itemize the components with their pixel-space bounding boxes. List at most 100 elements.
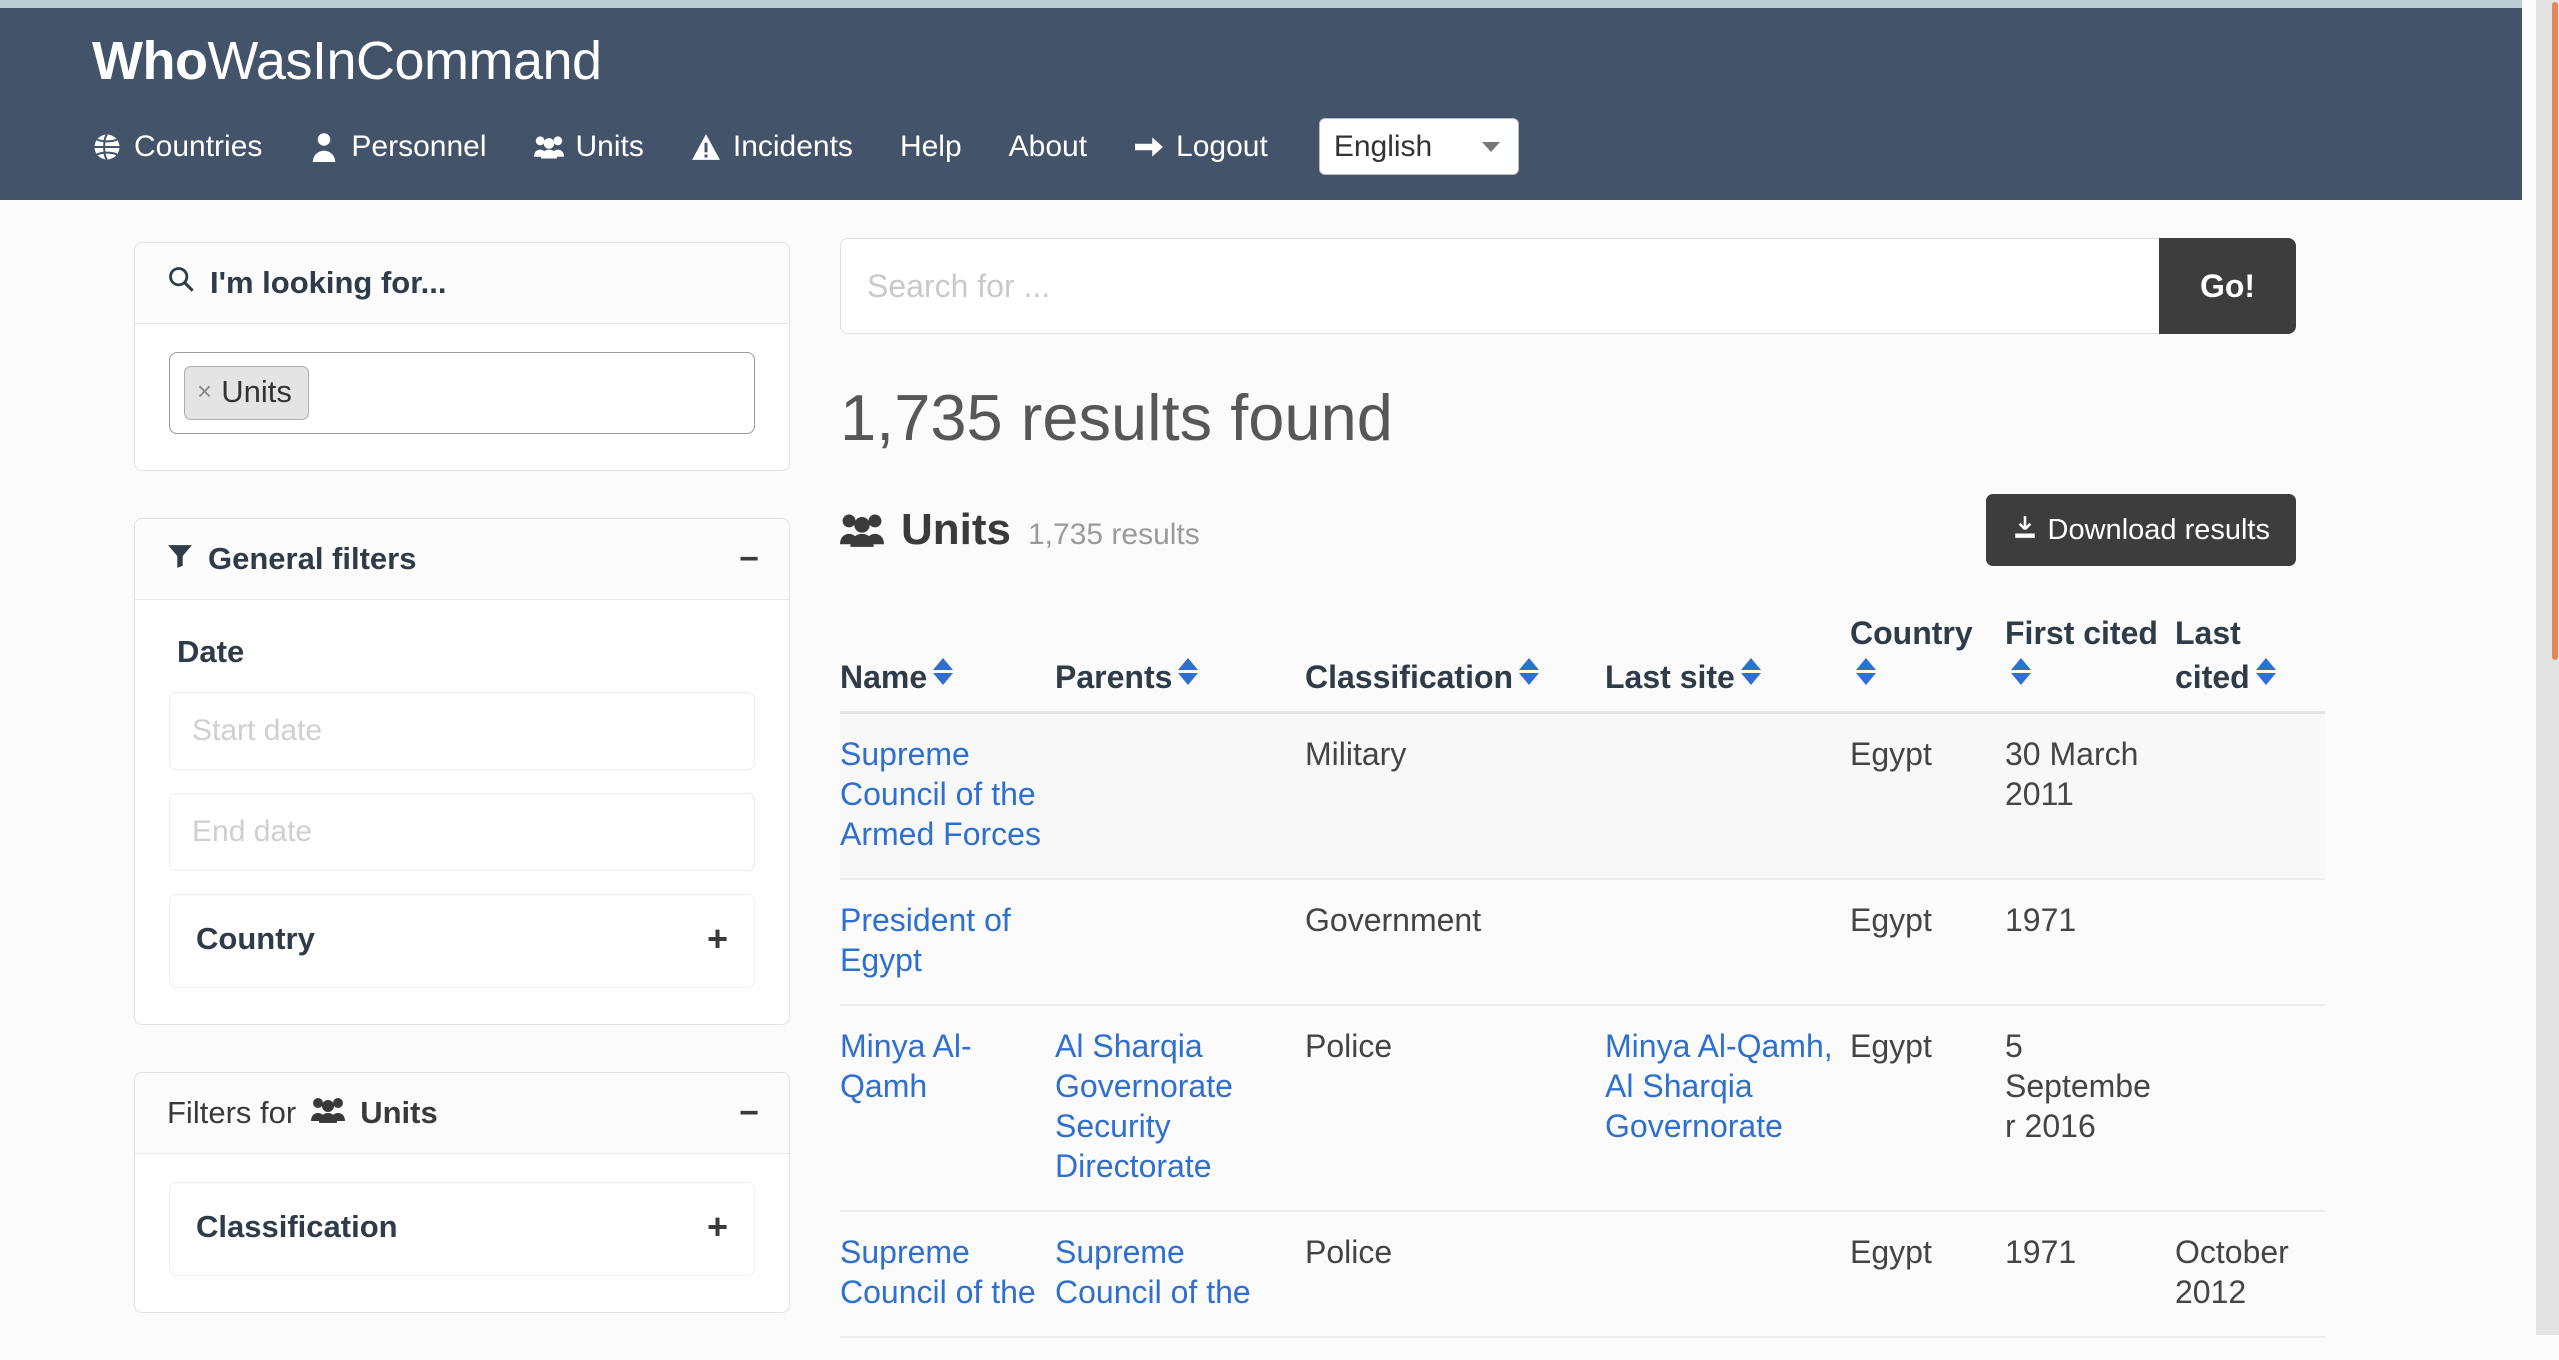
entity-type-tokenbox[interactable]: × Units — [169, 352, 755, 434]
table-row: Supreme Council of the Armed Forces Milit… — [840, 712, 2325, 880]
sort-icon[interactable] — [2011, 654, 2031, 688]
nav-item-personnel[interactable]: Personnel — [309, 129, 487, 163]
nav-item-incidents-label: Incidents — [732, 129, 853, 163]
warning-icon — [691, 132, 721, 162]
download-results-button[interactable]: Download results — [1985, 494, 2296, 567]
users-icon — [840, 513, 884, 548]
column-header-country[interactable]: Country — [1850, 614, 2005, 714]
cell-country: Egypt — [1850, 878, 2005, 1006]
main-navigation: Countries Personnel Units Incidents Help… — [92, 118, 2545, 175]
filter-icon — [167, 541, 193, 577]
nav-item-logout[interactable]: Logout — [1134, 129, 1268, 163]
cell-classification: Police — [1305, 1004, 1605, 1212]
nav-item-about[interactable]: About — [1008, 129, 1088, 163]
start-date-input[interactable] — [169, 691, 755, 770]
cell-last-cited — [2175, 712, 2325, 880]
cell-last-site — [1605, 1210, 1850, 1338]
remove-token-icon[interactable]: × — [197, 376, 212, 407]
looking-for-header: I'm looking for... — [135, 243, 789, 324]
nav-item-countries-label: Countries — [134, 129, 263, 163]
sort-icon[interactable] — [1519, 654, 1540, 688]
page-scrollbar[interactable] — [2536, 0, 2559, 1335]
cell-name-link[interactable]: Supreme Council of the — [840, 1234, 1036, 1310]
looking-for-title: I'm looking for... — [210, 265, 447, 300]
sort-icon[interactable] — [933, 654, 954, 688]
cell-last-site — [1605, 878, 1850, 1006]
arrow-right-icon — [1134, 132, 1164, 162]
general-filters-body: Date Country + — [135, 600, 789, 1024]
search-input[interactable] — [840, 238, 2159, 334]
cell-parents — [1055, 712, 1305, 880]
cell-name-link[interactable]: Minya Al-Qamh — [840, 1028, 972, 1104]
general-filters-title: General filters — [208, 540, 417, 576]
nav-item-incidents[interactable]: Incidents — [691, 129, 853, 163]
end-date-input[interactable] — [169, 792, 755, 871]
cell-name: Minya Al-Qamh — [840, 1004, 1055, 1212]
nav-item-help[interactable]: Help — [900, 131, 962, 162]
brand-rest: WasInCommand — [207, 31, 602, 91]
entity-token-label: Units — [221, 374, 292, 409]
plus-icon[interactable]: + — [707, 920, 728, 957]
nav-item-units-label: Units — [575, 129, 644, 163]
column-header-parents[interactable]: Parents — [1055, 614, 1305, 714]
classification-accordion[interactable]: Classification + — [169, 1181, 755, 1276]
search-icon — [167, 265, 195, 301]
results-section-count: 1,735 results — [1028, 518, 1200, 552]
sort-icon[interactable] — [1740, 654, 1761, 688]
cell-last-cited: October 2012 — [2175, 1210, 2325, 1338]
cell-name: President of Egypt — [840, 878, 1055, 1006]
brand-bold: Who — [92, 31, 208, 91]
cell-last-cited — [2175, 1004, 2325, 1212]
cell-parents-link[interactable]: Al Sharqia Governorate Security Director… — [1055, 1028, 1233, 1184]
scrollbar-thumb[interactable] — [2552, 2, 2558, 660]
looking-for-body: × Units — [135, 324, 789, 470]
globe-icon — [92, 132, 122, 162]
cell-classification: Military — [1305, 712, 1605, 880]
cell-last-site — [1605, 712, 1850, 880]
results-table-body: Supreme Council of the Armed Forces Milit… — [840, 712, 2325, 1338]
entity-filters-title-prefix: Filters for — [167, 1094, 297, 1130]
sort-icon[interactable] — [1856, 654, 1876, 688]
general-filters-header[interactable]: General filters − — [135, 518, 789, 600]
table-row: Minya Al-Qamh Al Sharqia Governorate Secu… — [840, 1004, 2325, 1212]
cell-country: Egypt — [1850, 1210, 2005, 1338]
scrollbar-gutter — [2522, 0, 2536, 1335]
cell-country: Egypt — [1850, 712, 2005, 880]
column-header-first-cited[interactable]: First cited — [2005, 614, 2175, 714]
search-go-button[interactable]: Go! — [2159, 238, 2296, 334]
nav-item-units[interactable]: Units — [533, 129, 644, 163]
nav-item-countries[interactable]: Countries — [92, 129, 263, 163]
cell-first-cited: 1971 — [2005, 1210, 2175, 1338]
sort-icon[interactable] — [2255, 654, 2276, 688]
cell-parents-link[interactable]: Supreme Council of the — [1055, 1234, 1251, 1310]
column-header-classification[interactable]: Classification — [1305, 614, 1605, 714]
entity-token-units[interactable]: × Units — [184, 366, 309, 420]
nav-item-logout-label: Logout — [1176, 129, 1268, 163]
collapse-toggle-icon[interactable]: − — [739, 1096, 759, 1130]
cell-last-site-link[interactable]: Minya Al-Qamh, Al Sharqia Governorate — [1605, 1028, 1833, 1144]
column-header-last-site[interactable]: Last site — [1605, 614, 1850, 714]
results-table-head: Name Parents Classification Last site Co… — [840, 614, 2325, 714]
collapse-toggle-icon[interactable]: − — [739, 542, 759, 576]
classification-accordion-label: Classification — [196, 1208, 398, 1244]
cell-name-link[interactable]: President of Egypt — [840, 902, 1011, 978]
cell-country: Egypt — [1850, 1004, 2005, 1212]
sort-icon[interactable] — [1178, 654, 1199, 688]
date-filter-label: Date — [177, 633, 245, 669]
country-accordion[interactable]: Country + — [169, 893, 755, 988]
cell-name: Supreme Council of the Armed Forces — [840, 712, 1055, 880]
country-accordion-label: Country — [196, 920, 315, 956]
language-select[interactable]: English — [1318, 118, 1519, 175]
column-header-name[interactable]: Name — [840, 614, 1055, 714]
cell-name-link[interactable]: Supreme Council of the Armed Forces — [840, 736, 1041, 852]
general-filters-panel: General filters − Date Country + — [134, 517, 790, 1025]
plus-icon[interactable]: + — [707, 1208, 728, 1245]
entity-filters-header[interactable]: Filters for Units − — [135, 1072, 789, 1154]
results-section-title: Units — [901, 505, 1011, 555]
nav-item-about-label: About — [1008, 129, 1088, 163]
site-logo[interactable]: WhoWasInCommand — [92, 8, 2545, 88]
navbar: WhoWasInCommand Countries Personnel Unit… — [0, 8, 2545, 200]
users-icon — [311, 1095, 346, 1131]
column-header-last-cited[interactable]: Last cited — [2175, 614, 2325, 714]
nav-item-personnel-label: Personnel — [351, 129, 487, 163]
